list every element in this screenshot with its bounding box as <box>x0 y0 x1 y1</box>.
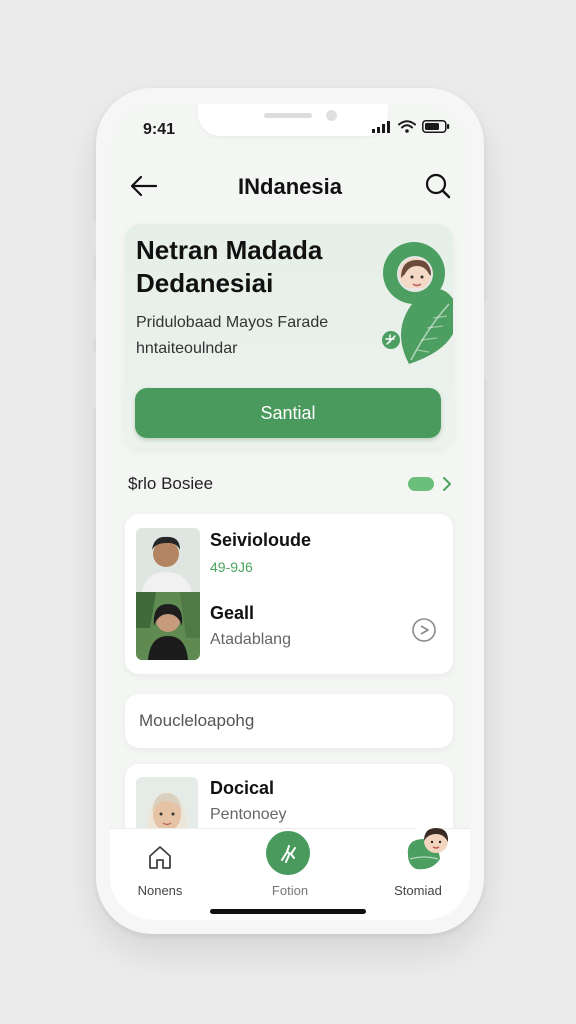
center-action-button[interactable] <box>266 831 310 875</box>
leaf-icon <box>401 288 453 364</box>
chevron-right-icon[interactable] <box>440 475 454 493</box>
avatar-icon <box>407 828 449 870</box>
peek-title: Docical <box>210 778 275 798</box>
play-icon[interactable] <box>411 617 437 643</box>
tab-label-home: Nonens <box>137 883 183 898</box>
tab-profile[interactable]: Stomiad <box>368 825 468 909</box>
search-icon <box>425 173 451 199</box>
phone-screen: 9:41 INdanesia Netran Madada Dedanesiai … <box>110 104 470 920</box>
item-title-secondary: Geall <box>210 603 255 623</box>
profile-photo-icon <box>136 528 200 660</box>
app-header: INdanesia <box>110 162 470 210</box>
tab-label-center: Fotion <box>271 883 309 898</box>
text-field[interactable]: Moucleloapohg <box>125 694 453 748</box>
hero-subtitle-line1: Pridulobaad Mayos Farade <box>136 314 329 331</box>
tab-home[interactable]: Nonens <box>110 829 210 909</box>
section-header: $rlo Bosiee <box>128 468 454 500</box>
home-indicator <box>210 909 366 914</box>
hero-subtitle: Pridulobaad Mayos Farade hntaiteoulndar <box>136 310 381 362</box>
hero-title: Netran Madada Dedanesiai <box>136 234 356 300</box>
status-icons <box>372 120 450 133</box>
front-camera <box>326 110 337 121</box>
signal-icon <box>372 120 390 133</box>
status-time: 9:41 <box>143 121 176 138</box>
tab-label-profile: Stomiad <box>394 883 442 898</box>
profile-avatar <box>404 825 452 873</box>
speaker <box>264 113 312 118</box>
hero-cta-button[interactable]: Santial <box>135 388 441 438</box>
hero-subtitle-line2: hntaiteoulndar <box>136 340 238 357</box>
peek-subtitle: Pentonoey <box>210 806 287 823</box>
wifi-icon <box>398 120 416 133</box>
section-title: $rlo Bosiee <box>128 474 214 493</box>
search-button[interactable] <box>420 170 456 202</box>
home-icon <box>149 846 171 869</box>
list-card: Seivioloude 49-9J6 Geall Atadablang <box>125 514 453 674</box>
hero-title-line1: Netran Madada <box>136 235 323 265</box>
photo-stack <box>136 528 200 660</box>
hero-card: Netran Madada Dedanesiai Pridulobaad May… <box>125 224 453 448</box>
hero-title-line2: Dedanesiai <box>136 268 274 298</box>
item-meta: 49-9J6 <box>210 559 253 575</box>
mute-switch <box>90 220 96 256</box>
volume-up-button <box>90 280 96 340</box>
item-subtitle: Atadablang <box>210 631 291 648</box>
notch <box>198 104 388 136</box>
battery-icon <box>422 120 450 133</box>
power-button <box>484 300 490 380</box>
volume-down-button <box>90 350 96 410</box>
item-title: Seivioloude <box>210 530 312 550</box>
section-toggle[interactable] <box>408 477 434 491</box>
tab-bar: Nonens Fotion Stomiad <box>110 825 470 920</box>
text-field-value: Moucleloapohg <box>139 711 255 730</box>
tab-center[interactable]: Fotion <box>240 829 340 909</box>
walking-icon <box>281 845 296 863</box>
sprout-icon <box>382 331 400 349</box>
page-title: INdanesia <box>238 174 342 199</box>
